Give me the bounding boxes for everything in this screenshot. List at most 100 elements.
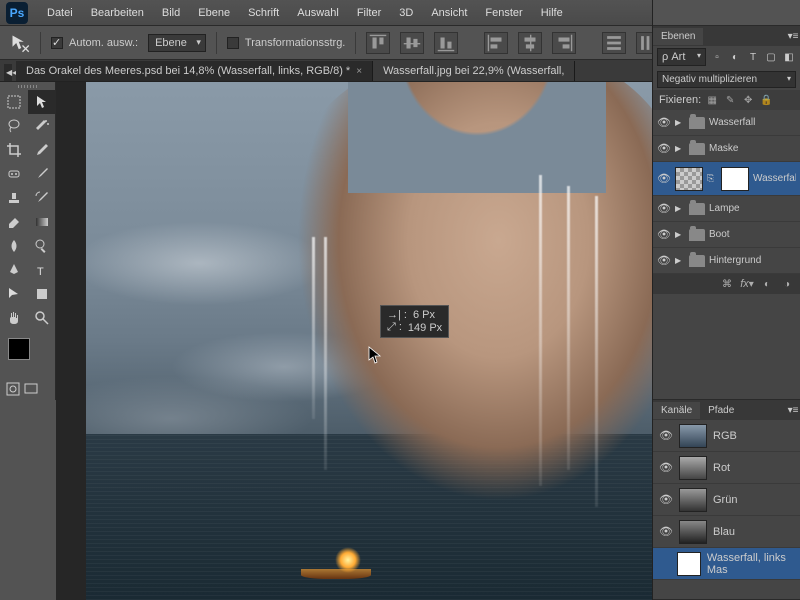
visibility-icon[interactable]: 👁: [659, 429, 673, 442]
fg-color[interactable]: [8, 338, 30, 360]
channel-row[interactable]: 👁 RGB: [653, 420, 800, 452]
layer-folder[interactable]: 👁 ▶ Wasserfall: [653, 110, 800, 136]
menu-help[interactable]: Hilfe: [532, 2, 572, 24]
layer-folder[interactable]: 👁 ▶ Boot: [653, 222, 800, 248]
zoom-tool[interactable]: [28, 306, 56, 330]
blend-mode[interactable]: Negativ multiplizieren: [657, 71, 796, 88]
eyedropper-tool[interactable]: [28, 138, 56, 162]
mask-thumb[interactable]: [721, 167, 749, 191]
expand-icon[interactable]: ▶: [675, 118, 685, 127]
menu-image[interactable]: Bild: [153, 2, 189, 24]
mask-icon[interactable]: ◐: [760, 277, 774, 291]
filter-toggle[interactable]: ◧: [782, 50, 796, 64]
heal-tool[interactable]: [0, 162, 28, 186]
filter-icon[interactable]: T: [746, 50, 760, 64]
menu-view[interactable]: Ansicht: [422, 2, 476, 24]
wand-tool[interactable]: [28, 114, 56, 138]
filter-type[interactable]: ρ Art: [657, 48, 706, 66]
menu-file[interactable]: Datei: [38, 2, 82, 24]
collapse-icon[interactable]: ◀◀: [4, 64, 12, 81]
filter-icon[interactable]: ▫: [710, 50, 724, 64]
eraser-tool[interactable]: [0, 210, 28, 234]
expand-icon[interactable]: ▶: [675, 230, 685, 239]
menu-layer[interactable]: Ebene: [189, 2, 239, 24]
expand-icon[interactable]: ▶: [675, 144, 685, 153]
lock-pos-icon[interactable]: ✥: [741, 93, 755, 107]
lock-pixels-icon[interactable]: ▦: [705, 93, 719, 107]
close-icon[interactable]: ×: [356, 66, 362, 77]
stamp-tool[interactable]: [0, 186, 28, 210]
layer-folder[interactable]: 👁 ▶ Lampe: [653, 196, 800, 222]
crop-tool[interactable]: [0, 138, 28, 162]
shape-tool[interactable]: [28, 282, 56, 306]
channel-row[interactable]: Wasserfall, links Mas: [653, 548, 800, 580]
align-hcenter-icon[interactable]: [518, 32, 542, 54]
tab-active[interactable]: Das Orakel des Meeres.psd bei 14,8% (Was…: [16, 61, 373, 81]
visibility-icon[interactable]: 👁: [657, 172, 671, 185]
menu-type[interactable]: Schrift: [239, 2, 288, 24]
tab-layers[interactable]: Ebenen: [653, 28, 703, 45]
expand-icon[interactable]: ▶: [675, 204, 685, 213]
panel-menu-icon[interactable]: ▾≡: [786, 403, 800, 417]
auto-select-check[interactable]: Autom. ausw.:: [51, 37, 138, 49]
align-bottom-icon[interactable]: [434, 32, 458, 54]
visibility-icon[interactable]: 👁: [657, 228, 671, 241]
adjust-icon[interactable]: ◑: [780, 277, 794, 291]
lock-all-icon[interactable]: 🔒: [759, 93, 773, 107]
menu-window[interactable]: Fenster: [476, 2, 531, 24]
menu-filter[interactable]: Filter: [348, 2, 390, 24]
transform-check[interactable]: Transformationsstrg.: [227, 37, 345, 49]
align-right-icon[interactable]: [552, 32, 576, 54]
blur-tool[interactable]: [0, 234, 28, 258]
filter-icon[interactable]: ◐: [728, 50, 742, 64]
channel-row[interactable]: 👁 Rot: [653, 452, 800, 484]
menu-select[interactable]: Auswahl: [288, 2, 348, 24]
tab-paths[interactable]: Pfade: [700, 402, 742, 419]
channel-row[interactable]: 👁 Grün: [653, 484, 800, 516]
type-tool[interactable]: T: [28, 258, 56, 282]
lock-brush-icon[interactable]: ✎: [723, 93, 737, 107]
tab-channels[interactable]: Kanäle: [653, 402, 700, 419]
tab-inactive[interactable]: Wasserfall.jpg bei 22,9% (Wasserfall,: [373, 61, 575, 81]
path-select-tool[interactable]: [0, 282, 28, 306]
visibility-icon[interactable]: 👁: [657, 116, 671, 129]
visibility-icon[interactable]: 👁: [657, 254, 671, 267]
fx-icon[interactable]: fx▾: [740, 277, 754, 291]
lasso-tool[interactable]: [0, 114, 28, 138]
filter-icon[interactable]: ▢: [764, 50, 778, 64]
history-brush-tool[interactable]: [28, 186, 56, 210]
pen-tool[interactable]: [0, 258, 28, 282]
marquee-tool[interactable]: [0, 90, 28, 114]
link-icon[interactable]: ⌘: [720, 277, 734, 291]
distribute-icon[interactable]: [602, 32, 626, 54]
panel-grip[interactable]: [0, 82, 56, 90]
visibility-icon[interactable]: 👁: [659, 525, 673, 538]
dodge-tool[interactable]: [28, 234, 56, 258]
link-icon[interactable]: ⎘: [707, 173, 717, 184]
visibility-icon[interactable]: 👁: [659, 461, 673, 474]
visibility-icon[interactable]: 👁: [657, 202, 671, 215]
hand-tool[interactable]: [0, 306, 28, 330]
align-top-icon[interactable]: [366, 32, 390, 54]
screenmode-icon[interactable]: [24, 382, 38, 396]
visibility-icon[interactable]: 👁: [657, 142, 671, 155]
panel-menu-icon[interactable]: ▾≡: [786, 29, 800, 43]
auto-select-target[interactable]: Ebene: [148, 34, 206, 52]
brush-tool[interactable]: [28, 162, 56, 186]
layer-folder[interactable]: 👁 ▶ Maske: [653, 136, 800, 162]
layer-thumb[interactable]: [675, 167, 703, 191]
color-swatches[interactable]: [0, 334, 56, 378]
quickmask-icon[interactable]: [6, 382, 20, 396]
align-left-icon[interactable]: [484, 32, 508, 54]
expand-icon[interactable]: ▶: [675, 256, 685, 265]
canvas[interactable]: [56, 82, 652, 600]
menu-edit[interactable]: Bearbeiten: [82, 2, 153, 24]
menu-3d[interactable]: 3D: [390, 2, 422, 24]
gradient-tool[interactable]: [28, 210, 56, 234]
layer-folder[interactable]: 👁 ▶ Hintergrund: [653, 248, 800, 274]
move-tool[interactable]: [28, 90, 56, 114]
visibility-icon[interactable]: 👁: [659, 493, 673, 506]
channel-row[interactable]: 👁 Blau: [653, 516, 800, 548]
align-vcenter-icon[interactable]: [400, 32, 424, 54]
layer-selected[interactable]: 👁 ⎘ Wasserfall: [653, 162, 800, 196]
